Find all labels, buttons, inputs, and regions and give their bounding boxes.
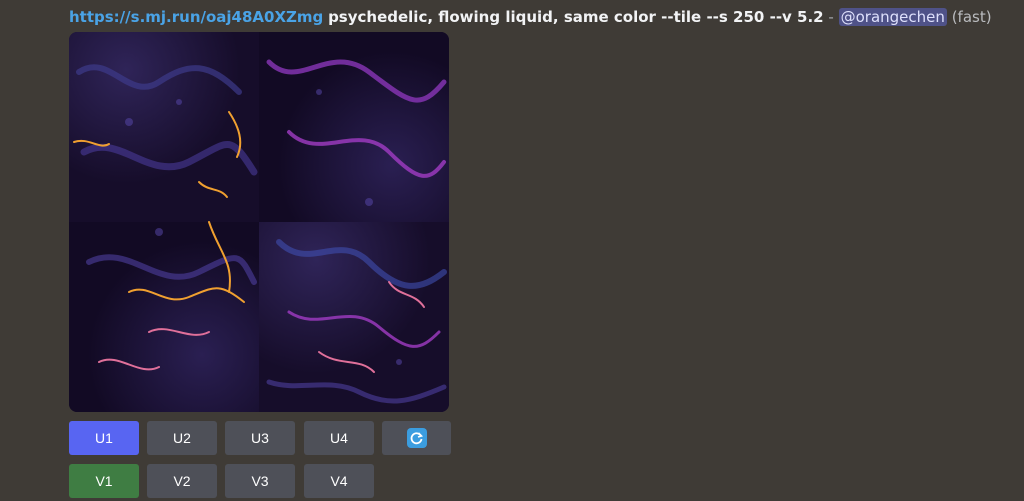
variation-button-3[interactable]: V3 [225, 464, 295, 498]
message-line: https://s.mj.run/oaj48A0XZmg psychedelic… [69, 6, 992, 28]
variation-button-4[interactable]: V4 [304, 464, 374, 498]
upscale-button-2[interactable]: U2 [147, 421, 217, 455]
upscale-button-4[interactable]: U4 [304, 421, 374, 455]
variation-button-2[interactable]: V2 [147, 464, 217, 498]
prompt-link[interactable]: https://s.mj.run/oaj48A0XZmg [69, 8, 323, 26]
upscale-button-1[interactable]: U1 [69, 421, 139, 455]
psychedelic-liquid-image [69, 32, 449, 412]
user-mention[interactable]: @orangechen [838, 8, 947, 26]
variation-button-1[interactable]: V1 [69, 464, 139, 498]
reroll-button[interactable] [382, 421, 451, 455]
upscale-button-3[interactable]: U3 [225, 421, 295, 455]
generated-image-grid[interactable] [69, 32, 449, 412]
reroll-icon [406, 428, 427, 448]
speed-label: (fast) [951, 8, 992, 26]
prompt-text: psychedelic, flowing liquid, same color … [328, 8, 824, 26]
separator: - [828, 8, 834, 26]
